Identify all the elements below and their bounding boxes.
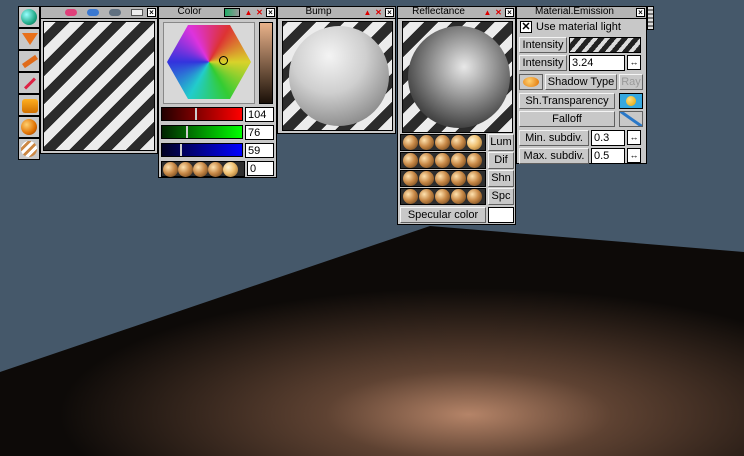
emission-panel-title: Material.Emission — [535, 6, 614, 17]
lum-button[interactable]: Lum — [488, 134, 514, 151]
blue-value[interactable]: 59 — [245, 143, 274, 158]
max-subdiv-arrows-icon[interactable]: ↔ — [627, 148, 641, 163]
bump-sphere — [289, 26, 389, 126]
tool-striped-sphere-icon[interactable] — [18, 138, 40, 160]
texture-icon-pink[interactable] — [65, 9, 77, 16]
swatch-index-value[interactable]: 0 — [247, 161, 274, 176]
emission-panel-titlebar[interactable]: Material.Emission × — [517, 6, 646, 19]
texture-preview[interactable] — [43, 21, 155, 151]
close-icon[interactable]: × — [636, 8, 645, 17]
close-icon[interactable]: × — [266, 8, 275, 17]
panel-resize-handle[interactable] — [647, 6, 654, 30]
reflectance-swatch-row-2[interactable] — [400, 152, 486, 169]
tool-pipette-icon[interactable] — [18, 72, 40, 94]
texture-icon-tube[interactable] — [131, 9, 143, 16]
sh-transparency-button[interactable]: Sh.Transparency — [519, 93, 615, 109]
reflectance-panel-title: Reflectance — [412, 6, 465, 17]
blue-slider[interactable] — [161, 143, 243, 157]
close-icon[interactable]: × — [505, 8, 514, 17]
tool-cylinder-icon[interactable] — [18, 94, 40, 116]
specular-color-label: Specular color — [400, 207, 486, 223]
max-subdiv-label: Max. subdiv. — [519, 148, 589, 164]
texture-panel-titlebar[interactable]: × — [41, 7, 157, 19]
color-panel-titlebar[interactable]: Color ▲ ✕ × — [159, 6, 276, 19]
emission-panel: Material.Emission × ✕ Use material light… — [516, 6, 647, 164]
reflectance-preview[interactable] — [402, 21, 513, 133]
color-hexagon-area[interactable] — [163, 22, 255, 104]
max-subdiv-value[interactable]: 0.5 — [591, 148, 625, 164]
use-material-light-label: Use material light — [536, 21, 621, 33]
color-hexagon[interactable] — [167, 25, 251, 99]
spc-button[interactable]: Spc — [488, 188, 514, 205]
ray-button[interactable]: Ray — [619, 74, 643, 90]
tool-pyramid-icon[interactable] — [18, 28, 40, 50]
delete-icon[interactable]: ✕ — [374, 8, 383, 17]
color-swatch-row[interactable] — [161, 161, 245, 177]
minimize-icon[interactable]: ▲ — [483, 8, 492, 17]
delete-icon[interactable]: ✕ — [494, 8, 503, 17]
tool-sphere-icon[interactable] — [18, 6, 40, 28]
green-value[interactable]: 76 — [245, 125, 274, 140]
color-panel-title: Color — [177, 6, 202, 17]
floor-plane — [0, 226, 744, 456]
texture-panel: × — [40, 6, 158, 154]
minimize-icon[interactable]: ▲ — [244, 8, 253, 17]
color-picker-cursor[interactable] — [219, 56, 228, 65]
close-icon[interactable]: × — [147, 8, 156, 17]
bump-panel: Bump ▲ ✕ × — [277, 6, 396, 134]
use-material-light-checkbox[interactable]: ✕ — [520, 21, 532, 33]
specular-color-swatch[interactable] — [488, 207, 514, 223]
bump-preview[interactable] — [282, 21, 393, 131]
min-subdiv-value[interactable]: 0.3 — [591, 130, 625, 146]
red-slider[interactable] — [161, 107, 243, 121]
reflectance-panel-titlebar[interactable]: Reflectance ▲ ✕ × — [398, 6, 515, 19]
reflectance-swatch-row-1[interactable] — [400, 134, 486, 151]
minimize-icon[interactable]: ▲ — [363, 8, 372, 17]
texture-icon-blue[interactable] — [87, 9, 99, 16]
min-subdiv-label: Min. subdiv. — [519, 130, 589, 146]
tool-brush-icon[interactable] — [18, 50, 40, 72]
green-slider[interactable] — [161, 125, 243, 139]
intensity-value-label: Intensity — [519, 55, 567, 71]
reflectance-swatch-row-3[interactable] — [400, 170, 486, 187]
close-icon[interactable]: × — [385, 8, 394, 17]
dif-button[interactable]: Dif — [488, 152, 514, 169]
red-value[interactable]: 104 — [245, 107, 274, 122]
color-panel: Color ▲ ✕ × 104 76 59 0 — [158, 6, 277, 178]
intensity-texture-swatch[interactable] — [569, 37, 641, 53]
bump-panel-title: Bump — [305, 6, 332, 17]
shadow-type-icon[interactable] — [519, 74, 543, 90]
intensity-value[interactable]: 3.24 — [569, 55, 625, 71]
bump-panel-titlebar[interactable]: Bump ▲ ✕ × — [278, 6, 395, 19]
texture-icon-stripe[interactable] — [109, 9, 121, 16]
min-subdiv-arrows-icon[interactable]: ↔ — [627, 130, 641, 145]
sh-transparency-icon[interactable] — [619, 93, 643, 109]
reflectance-sphere — [408, 26, 510, 128]
gradient-toggle-icon[interactable] — [224, 8, 240, 17]
delete-icon[interactable]: ✕ — [255, 8, 264, 17]
falloff-button[interactable]: Falloff — [519, 111, 615, 127]
brightness-strip[interactable] — [259, 22, 273, 104]
reflectance-swatch-row-4[interactable] — [400, 188, 486, 205]
reflectance-panel: Reflectance ▲ ✕ × Lum Dif Shn Spc Specul… — [397, 6, 516, 225]
falloff-curve-icon[interactable] — [619, 111, 643, 127]
intensity-arrows-icon[interactable]: ↔ — [627, 55, 641, 70]
intensity-label: Intensity — [519, 37, 567, 53]
tool-orange-sphere-icon[interactable] — [18, 116, 40, 138]
shadow-type-button[interactable]: Shadow Type — [545, 74, 617, 90]
shn-button[interactable]: Shn — [488, 170, 514, 187]
